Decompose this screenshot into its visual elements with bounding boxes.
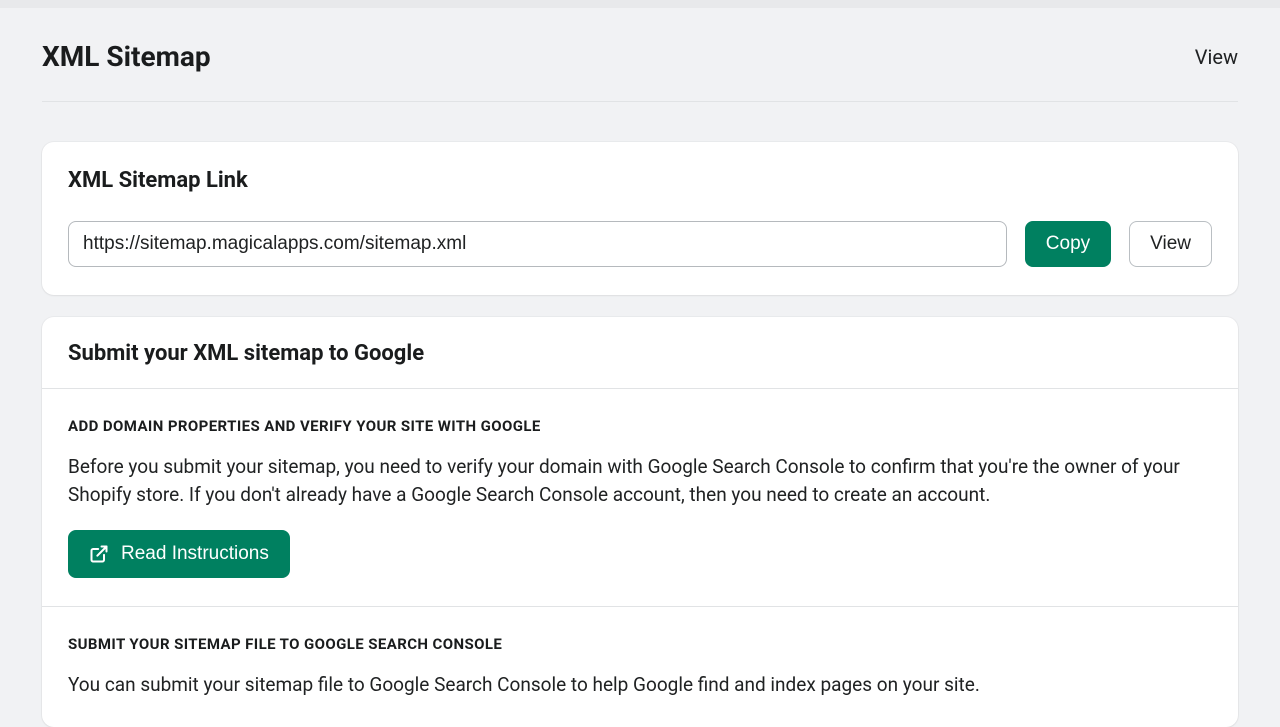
- sitemap-link-card: XML Sitemap Link Copy View: [42, 142, 1238, 295]
- submit-google-header: Submit your XML sitemap to Google: [42, 317, 1238, 389]
- sitemap-url-input[interactable]: [68, 221, 1007, 267]
- header-row: XML Sitemap View: [42, 8, 1238, 102]
- read-instructions-button[interactable]: Read Instructions: [68, 530, 290, 578]
- verify-body: Before you submit your sitemap, you need…: [68, 453, 1212, 508]
- read-instructions-label: Read Instructions: [121, 543, 269, 565]
- submit-google-title: Submit your XML sitemap to Google: [68, 341, 1212, 366]
- view-link[interactable]: View: [1195, 45, 1238, 69]
- view-button[interactable]: View: [1129, 221, 1212, 267]
- copy-button[interactable]: Copy: [1025, 221, 1111, 267]
- top-bar: [0, 0, 1280, 8]
- submit-file-body: You can submit your sitemap file to Goog…: [68, 671, 1212, 699]
- page-container: XML Sitemap View XML Sitemap Link Copy V…: [0, 8, 1280, 727]
- submit-google-card: Submit your XML sitemap to Google ADD DO…: [42, 317, 1238, 727]
- verify-section: ADD DOMAIN PROPERTIES AND VERIFY YOUR SI…: [42, 389, 1238, 607]
- sitemap-link-title: XML Sitemap Link: [68, 168, 1212, 193]
- page-title: XML Sitemap: [42, 40, 211, 73]
- external-link-icon: [89, 544, 109, 564]
- submit-file-section: SUBMIT YOUR SITEMAP FILE TO GOOGLE SEARC…: [42, 607, 1238, 727]
- verify-heading: ADD DOMAIN PROPERTIES AND VERIFY YOUR SI…: [68, 417, 1212, 435]
- submit-file-heading: SUBMIT YOUR SITEMAP FILE TO GOOGLE SEARC…: [68, 635, 1212, 653]
- sitemap-link-row: Copy View: [68, 221, 1212, 267]
